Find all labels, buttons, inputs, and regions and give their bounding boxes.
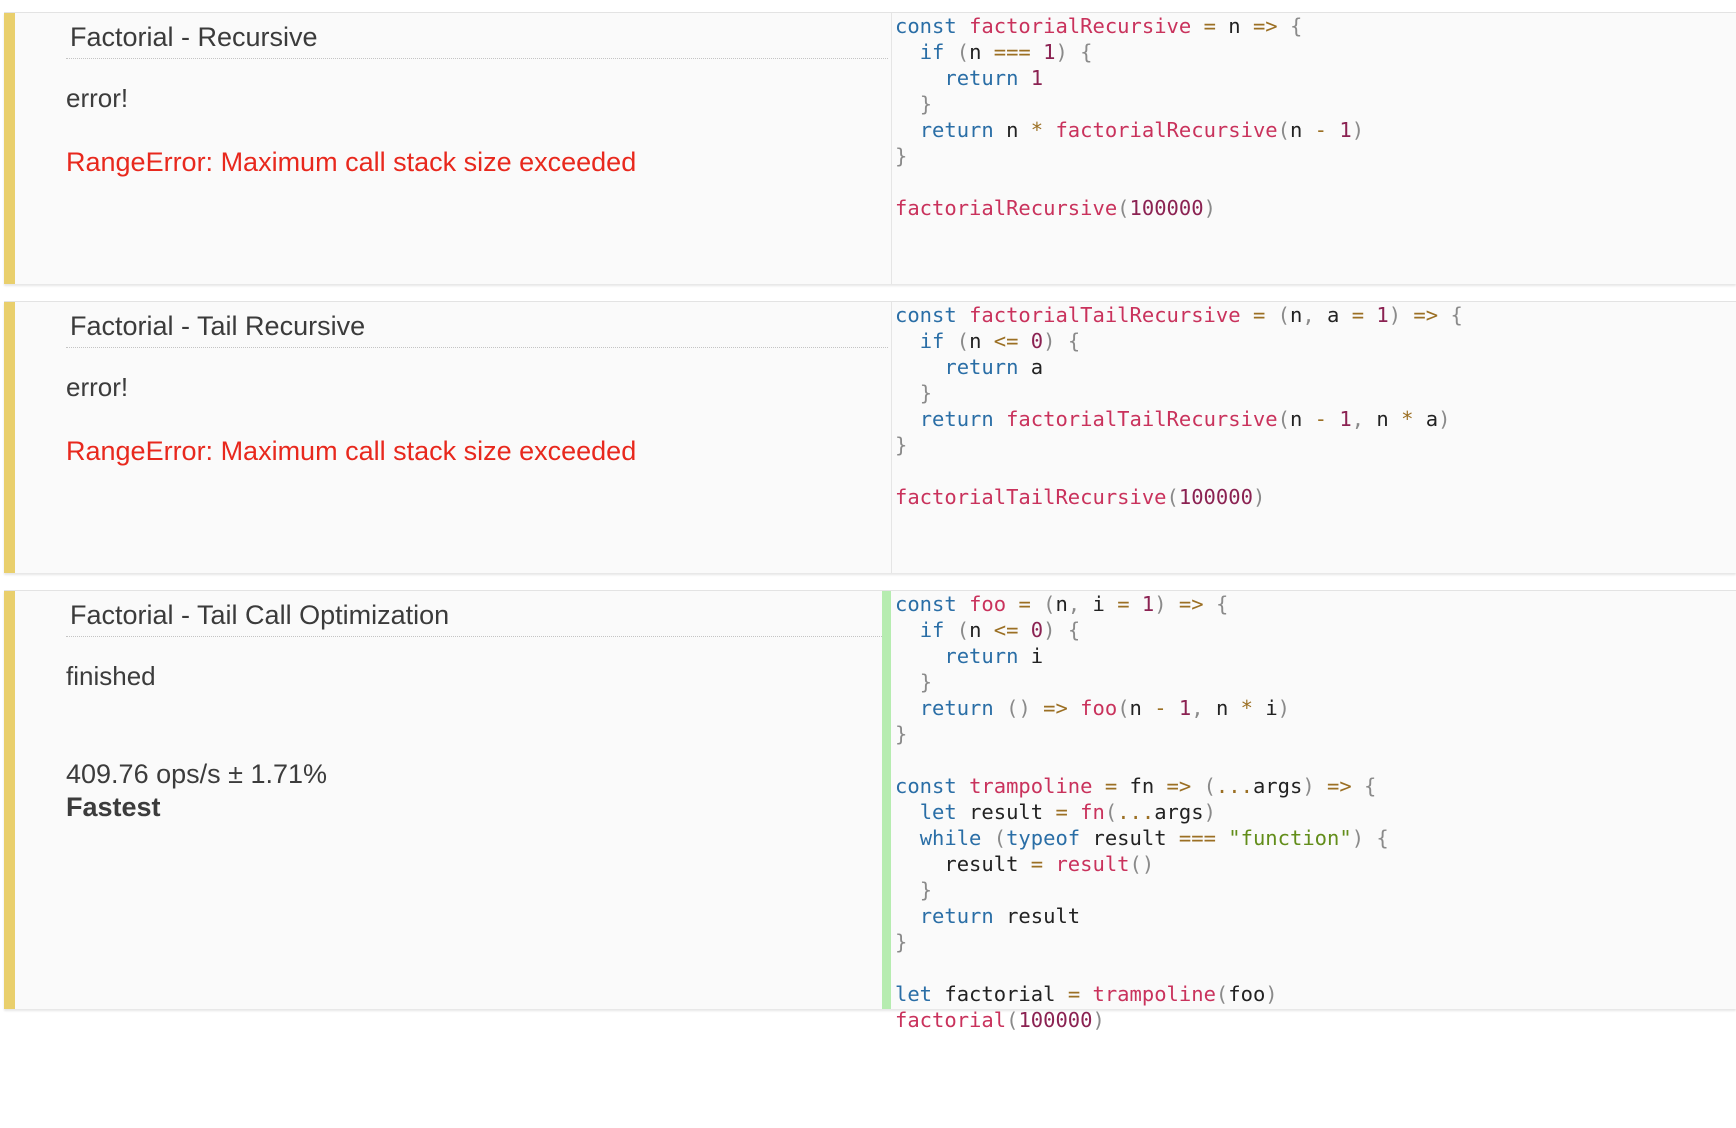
test-status: error! — [66, 372, 129, 402]
code-line: } — [919, 381, 933, 405]
code-line: let result = fn(...args) — [919, 800, 1216, 824]
code-line: return factorialTailRecursive(n - 1, n *… — [919, 407, 1451, 431]
code-line: } — [919, 670, 933, 694]
code-line: return a — [944, 355, 1044, 379]
test-title: Factorial - Tail Recursive — [66, 304, 888, 348]
code-block: const factorialRecursive = n => { if (n … — [895, 13, 1364, 221]
code-line: return n * factorialRecursive(n - 1) — [919, 118, 1365, 142]
test-result-panel: Factorial - Tail Recursive error! RangeE… — [15, 302, 892, 573]
code-line: const factorialTailRecursive = (n, a = 1… — [895, 303, 1463, 327]
test-status: error! — [66, 83, 129, 113]
code-line: result = result() — [944, 852, 1155, 876]
code-line: } — [895, 144, 908, 168]
error-message: RangeError: Maximum call stack size exce… — [66, 436, 637, 466]
code-line: return i — [944, 644, 1044, 668]
code-block: const factorialTailRecursive = (n, a = 1… — [895, 302, 1463, 510]
code-line: } — [895, 930, 908, 954]
code-line: while (typeof result === "function") { — [919, 826, 1389, 850]
code-line: factorial(100000) — [895, 1008, 1105, 1032]
code-line: factorialRecursive(100000) — [895, 196, 1216, 220]
code-editor[interactable]: const factorialRecursive = n => { if (n … — [891, 13, 1736, 284]
code-line: if (n <= 0) { — [919, 329, 1081, 353]
status-stripe — [4, 591, 15, 1009]
test-card-recursive: Factorial - Recursive error! RangeError:… — [4, 12, 1736, 284]
test-card-tail-recursive: Factorial - Tail Recursive error! RangeE… — [4, 301, 1736, 573]
error-message: RangeError: Maximum call stack size exce… — [66, 147, 637, 177]
code-line: const trampoline = fn => (...args) => { — [895, 774, 1377, 798]
code-line: } — [919, 92, 933, 116]
code-line: } — [895, 433, 908, 457]
code-line: const foo = (n, i = 1) => { — [895, 592, 1229, 616]
code-line: return 1 — [944, 66, 1044, 90]
test-title: Factorial - Tail Call Optimization — [66, 593, 888, 637]
code-editor[interactable]: const foo = (n, i = 1) => { if (n <= 0) … — [882, 591, 1736, 1032]
code-line: return result — [919, 904, 1081, 928]
test-card-tail-call-optimization: Factorial - Tail Call Optimization finis… — [4, 590, 1736, 1032]
fastest-badge: Fastest — [66, 792, 161, 822]
test-status: finished — [66, 661, 156, 691]
code-block: const foo = (n, i = 1) => { if (n <= 0) … — [895, 591, 1389, 1033]
status-stripe — [4, 13, 15, 284]
test-title: Factorial - Recursive — [66, 15, 888, 59]
code-line: let factorial = trampoline(foo) — [895, 982, 1278, 1006]
code-editor[interactable]: const factorialTailRecursive = (n, a = 1… — [891, 302, 1736, 573]
code-line: return () => foo(n - 1, n * i) — [919, 696, 1290, 720]
code-line: if (n === 1) { — [919, 40, 1093, 64]
test-result-panel: Factorial - Recursive error! RangeError:… — [15, 13, 892, 284]
code-line: } — [895, 722, 908, 746]
code-line: if (n <= 0) { — [919, 618, 1081, 642]
status-stripe — [4, 302, 15, 573]
code-line: } — [919, 878, 933, 902]
test-result-panel: Factorial - Tail Call Optimization finis… — [15, 591, 888, 1009]
code-line: const factorialRecursive = n => { — [895, 14, 1303, 38]
code-line: factorialTailRecursive(100000) — [895, 485, 1266, 509]
ops-per-second: 409.76 ops/s ± 1.71% — [66, 759, 327, 789]
